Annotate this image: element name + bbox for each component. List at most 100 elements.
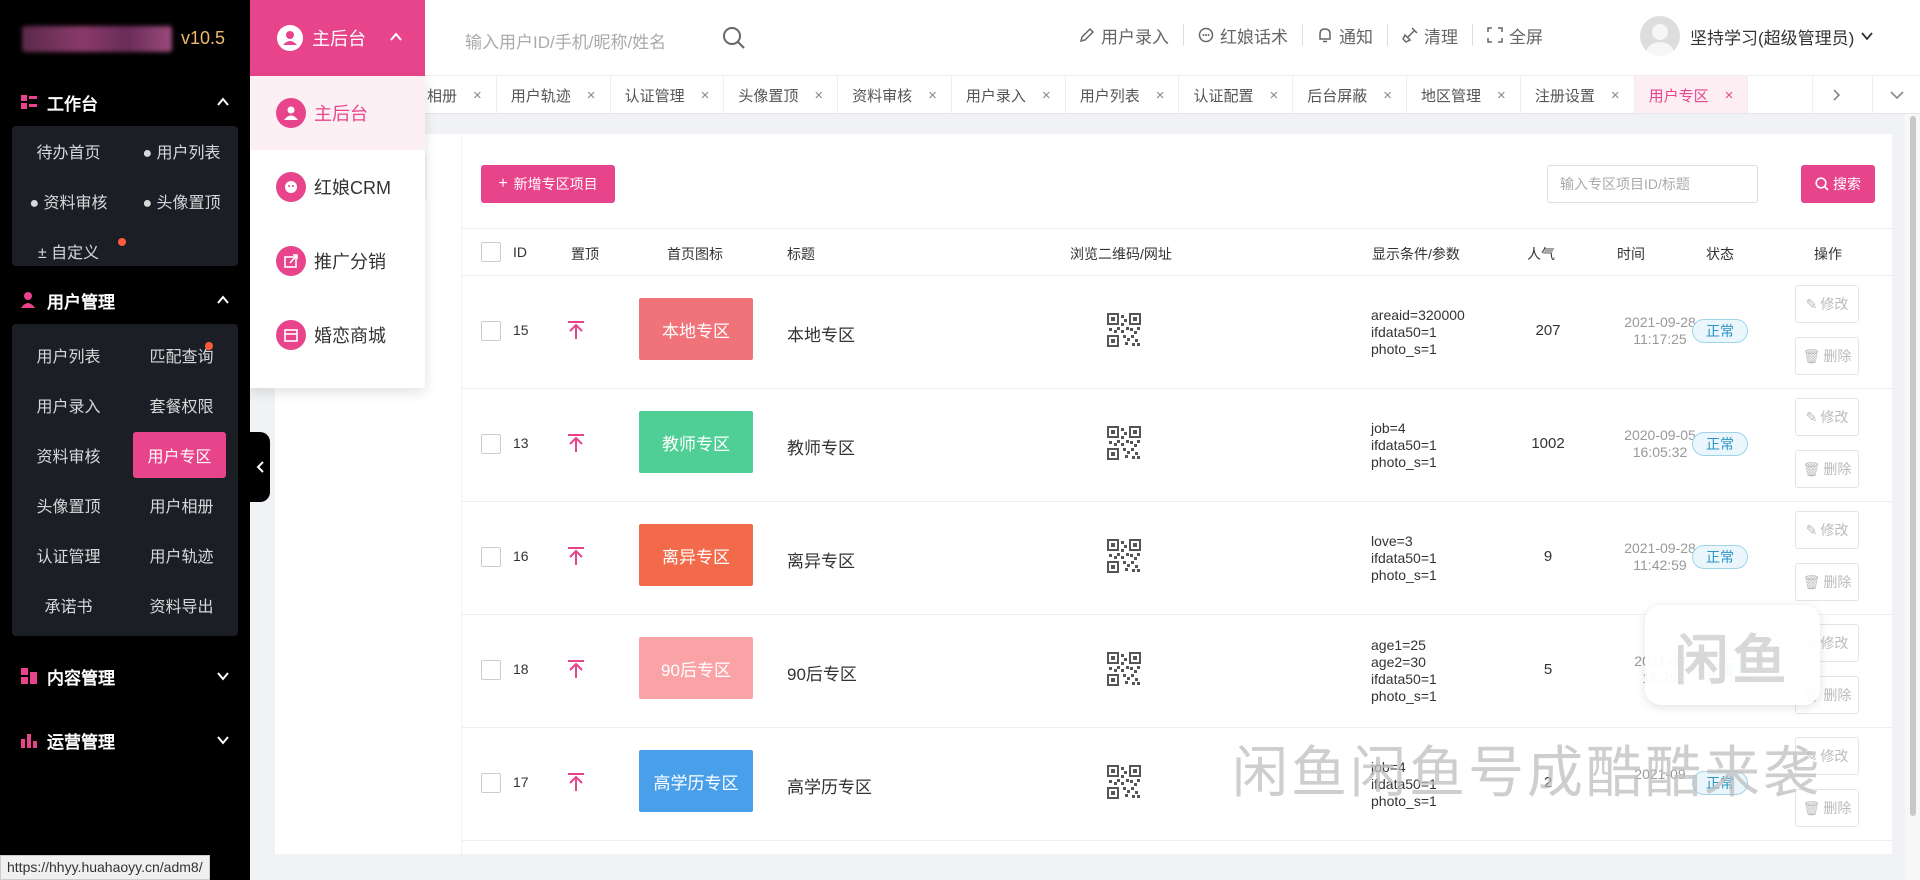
- global-search-input[interactable]: 输入用户ID/手机/昵称/姓名: [465, 28, 666, 53]
- close-icon[interactable]: ×: [1497, 87, 1506, 104]
- edit-button[interactable]: ✎修改: [1795, 398, 1859, 436]
- row-checkbox[interactable]: [481, 547, 501, 567]
- row-checkbox[interactable]: [481, 660, 501, 680]
- qr-code-icon[interactable]: [1107, 426, 1141, 460]
- edit-button[interactable]: ✎修改: [1795, 285, 1859, 323]
- nav-pledge[interactable]: 承诺书: [12, 580, 125, 630]
- user-entry-button[interactable]: 用户录入: [1065, 24, 1184, 47]
- tab-item[interactable]: 认证配置 ×: [1179, 76, 1294, 113]
- close-icon[interactable]: ×: [1269, 87, 1278, 104]
- select-all-checkbox[interactable]: [481, 242, 501, 262]
- close-icon[interactable]: ×: [1156, 87, 1165, 104]
- close-icon[interactable]: ×: [1725, 87, 1734, 104]
- delete-button[interactable]: 🗑删除: [1795, 337, 1859, 375]
- collapse-sidebar-button[interactable]: [250, 432, 270, 502]
- nav-user-list[interactable]: ● 用户列表: [125, 126, 238, 176]
- tab-item[interactable]: 头像置顶 ×: [724, 76, 839, 113]
- param-line: photo_s=1: [1371, 454, 1437, 470]
- pin-top-icon[interactable]: [566, 772, 586, 792]
- fullscreen-button[interactable]: 全屏: [1473, 24, 1557, 47]
- search-label: 搜索: [1833, 176, 1861, 192]
- section-ops[interactable]: 运营管理: [0, 706, 250, 774]
- nav-user-zone[interactable]: 用户专区: [133, 432, 226, 478]
- nav-profile-review-2[interactable]: 资料审核: [12, 430, 125, 480]
- user-menu[interactable]: 坚持学习(超级管理员): [1640, 16, 1874, 56]
- tab-item[interactable]: 认证管理 ×: [611, 76, 725, 113]
- pin-top-icon[interactable]: [566, 320, 586, 340]
- pin-top-icon[interactable]: [566, 546, 586, 566]
- edit-icon: ✎: [1805, 521, 1818, 538]
- chevron-down-icon: [1889, 91, 1904, 100]
- tab-label: 认证管理: [624, 87, 685, 105]
- trash-icon: 🗑: [1802, 460, 1821, 477]
- search-icon[interactable]: [722, 26, 746, 50]
- add-zone-button[interactable]: + 新增专区项目: [481, 165, 615, 203]
- tab-label: 用户录入: [965, 87, 1026, 105]
- nav-user-list-2[interactable]: 用户列表: [12, 330, 125, 380]
- tab-item[interactable]: 用户轨迹 ×: [497, 76, 611, 113]
- close-icon[interactable]: ×: [928, 87, 937, 104]
- menu-crm[interactable]: 红娘CRM: [250, 150, 425, 224]
- delete-button[interactable]: 🗑删除: [1795, 450, 1859, 488]
- search-button[interactable]: 搜索: [1801, 165, 1875, 203]
- edit-label: 修改: [1820, 522, 1849, 538]
- close-icon[interactable]: ×: [701, 87, 710, 104]
- tab-item[interactable]: 地区管理 ×: [1407, 76, 1521, 113]
- close-icon[interactable]: ×: [1042, 87, 1051, 104]
- col-pop: 人气: [1527, 246, 1555, 262]
- nav-todo[interactable]: 待办首页: [12, 126, 125, 176]
- close-icon[interactable]: ×: [473, 87, 482, 104]
- tab-item[interactable]: 用户专区 ×: [1634, 76, 1749, 113]
- pin-top-icon[interactable]: [566, 433, 586, 453]
- close-icon[interactable]: ×: [814, 87, 823, 104]
- section-workbench[interactable]: 工作台: [0, 78, 250, 126]
- qr-code-icon[interactable]: [1107, 652, 1141, 686]
- nav-user-album[interactable]: 用户相册: [125, 480, 238, 530]
- trash-icon: 🗑: [1802, 573, 1821, 590]
- close-icon[interactable]: ×: [587, 87, 596, 104]
- row-checkbox[interactable]: [481, 773, 501, 793]
- pin-top-icon[interactable]: [566, 659, 586, 679]
- matchmaker-script-button[interactable]: 红娘话术: [1184, 24, 1303, 47]
- tab-item[interactable]: 资料审核 ×: [838, 76, 952, 113]
- tab-more[interactable]: [1872, 76, 1920, 113]
- nav-user-entry[interactable]: 用户录入: [12, 380, 125, 430]
- menu-mall[interactable]: 婚恋商城: [250, 298, 425, 372]
- nav-package[interactable]: 套餐权限: [125, 380, 238, 430]
- tab-item[interactable]: 用户录入 ×: [952, 76, 1066, 113]
- nav-custom[interactable]: ± 自定义: [12, 226, 126, 276]
- tab-scroll-right[interactable]: [1812, 76, 1860, 113]
- delete-label: 删除: [1823, 574, 1852, 590]
- close-icon[interactable]: ×: [1383, 87, 1392, 104]
- row-checkbox[interactable]: [481, 321, 501, 341]
- nav-cert-mgmt[interactable]: 认证管理: [12, 530, 125, 580]
- clear-button[interactable]: 清理: [1388, 24, 1473, 47]
- notify-button[interactable]: 通知: [1303, 24, 1388, 47]
- qr-code-icon[interactable]: [1107, 313, 1141, 347]
- qr-code-icon[interactable]: [1107, 539, 1141, 573]
- close-icon[interactable]: ×: [1611, 87, 1620, 104]
- section-content[interactable]: 内容管理: [0, 646, 250, 706]
- nav-user-track[interactable]: 用户轨迹: [125, 530, 238, 580]
- row-checkbox[interactable]: [481, 434, 501, 454]
- nav-match-query[interactable]: 匹配查询: [125, 330, 238, 380]
- menu-main-admin[interactable]: 主后台: [250, 76, 425, 150]
- nav-profile-review[interactable]: ● 资料审核: [12, 176, 125, 226]
- nav-export[interactable]: 资料导出: [125, 580, 238, 630]
- edit-button[interactable]: ✎修改: [1795, 511, 1859, 549]
- tab-item[interactable]: 注册设置 ×: [1521, 76, 1635, 113]
- system-switcher[interactable]: 主后台: [250, 0, 425, 76]
- tab-item[interactable]: 相册 ×: [413, 76, 497, 113]
- menu-promotion[interactable]: 推广分销: [250, 224, 425, 298]
- qr-code-icon[interactable]: [1107, 765, 1141, 799]
- tab-item[interactable]: 后台屏蔽 ×: [1293, 76, 1408, 113]
- scrollbar-thumb[interactable]: [1910, 116, 1916, 816]
- system-dropdown: 主后台 红娘CRM 推广分销 婚恋商城: [250, 76, 425, 388]
- edit-icon: ✎: [1805, 295, 1818, 312]
- nav-avatar-top-2[interactable]: 头像置顶: [12, 480, 125, 530]
- nav-avatar-top[interactable]: ● 头像置顶: [125, 176, 238, 226]
- tab-item[interactable]: 用户列表 ×: [1066, 76, 1180, 113]
- delete-button[interactable]: 🗑删除: [1795, 563, 1859, 601]
- section-user-mgmt[interactable]: 用户管理: [0, 276, 250, 324]
- zone-search-input[interactable]: 输入专区项目ID/标题: [1547, 165, 1758, 203]
